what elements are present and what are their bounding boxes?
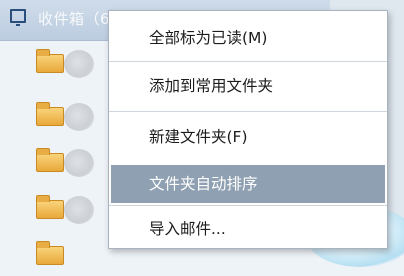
menu-item-add-to-favorites[interactable]: 添加到常用文件夹 <box>111 67 385 105</box>
blurred-folder-name <box>64 103 94 131</box>
menu-separator <box>109 61 387 62</box>
tree-item-folder[interactable] <box>0 190 110 230</box>
menu-separator <box>109 111 387 112</box>
menu-item-new-folder[interactable]: 新建文件夹(F) <box>111 118 385 156</box>
folder-icon <box>36 195 64 219</box>
folder-icon <box>36 102 64 126</box>
blurred-folder-name <box>64 149 94 177</box>
inbox-icon <box>10 9 26 26</box>
tree-item-folder[interactable] <box>0 143 110 183</box>
folder-icon <box>36 49 64 73</box>
menu-item-auto-sort-folders[interactable]: 文件夹自动排序 <box>111 165 385 203</box>
tree-item-folder[interactable] <box>0 44 110 84</box>
blurred-folder-name <box>64 50 94 78</box>
tree-item-folder[interactable] <box>0 97 110 137</box>
menu-item-import-mail[interactable]: 导入邮件... <box>111 210 385 248</box>
blurred-folder-name <box>64 196 94 224</box>
menu-separator <box>109 205 387 206</box>
context-menu: 全部标为已读(M) 添加到常用文件夹 新建文件夹(F) 文件夹自动排序 导入邮件… <box>108 10 388 249</box>
folder-icon <box>36 148 64 172</box>
menu-item-mark-all-read[interactable]: 全部标为已读(M) <box>111 19 385 57</box>
tree-item-folder[interactable] <box>0 236 110 276</box>
